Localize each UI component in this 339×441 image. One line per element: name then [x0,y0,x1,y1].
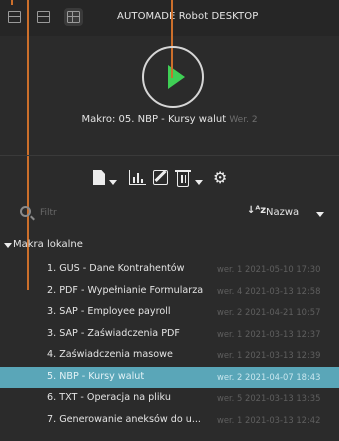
macro-name: 2. PDF - Wypełnianie Formularza [47,284,204,296]
play-button[interactable] [142,46,204,108]
macro-version-date: wer. 1 2021-03-13 12:37 [217,328,321,339]
delete-dropdown-icon[interactable] [195,180,203,185]
settings-gear-icon[interactable]: ⚙ [213,170,229,186]
macro-name: 5. NBP - Kursy walut [47,370,145,382]
group-local-macros[interactable]: Makra lokalne [13,239,83,250]
macro-list-item[interactable]: 5. NBP - Kursy walut wer. 2 2021-04-07 18… [0,366,339,388]
sort-az-icon[interactable]: ↓ᴬz [247,205,266,216]
current-macro-label: Makro: 05. NBP - Kursy walut [81,114,227,125]
window-layout-icon[interactable] [8,11,21,23]
delete-icon[interactable] [177,172,189,187]
split-horizontal-icon[interactable] [37,11,50,23]
divider [0,155,339,156]
guide-line-top-left [11,0,13,5]
macro-list-item[interactable]: 2. PDF - Wypełnianie Formularza wer. 4 20… [0,281,339,303]
macro-list-item[interactable]: 7. Generowanie aneksów do u... wer. 1 202… [0,410,339,432]
macro-list: 1. GUS - Dane Kontrahentów wer. 1 2021-05… [0,259,339,431]
macro-list-item[interactable]: 3. SAP - Employee payroll wer. 2 2021-04-… [0,302,339,324]
grid-view-icon[interactable] [64,8,83,26]
macro-list-item[interactable]: 4. Zaświadczenia masowe wer. 1 2021-03-13… [0,345,339,367]
macro-name: 6. TXT - Operacja na pliku [47,392,171,403]
macro-name: 7. Generowanie aneksów do u... [47,413,201,425]
macro-list-item[interactable]: 6. TXT - Operacja na pliku wer. 5 2021-03… [0,388,339,410]
macro-name: 3. SAP - Zaświadczenia PDF [47,327,180,339]
collapse-chevron-icon[interactable] [4,243,12,248]
search-icon [20,206,31,217]
sort-dropdown-icon[interactable] [316,212,324,217]
filter-input[interactable] [40,204,190,222]
macro-list-item[interactable]: 1. GUS - Dane Kontrahentów wer. 1 2021-05… [0,259,339,281]
app-title: AUTOMADE Robot DESKTOP [117,11,259,22]
sort-by-label[interactable]: Nazwa [266,207,299,218]
macro-version-date: wer. 2 2021-04-21 10:57 [217,307,321,317]
current-macro-line: Makro: 05. NBP - Kursy walut Wer. 2 [0,114,339,125]
macro-name: 1. GUS - Dane Kontrahentów [47,263,185,274]
statistics-icon[interactable] [129,170,146,185]
macro-version-date: wer. 1 2021-03-13 12:39 [217,350,321,360]
macro-version-date: wer. 1 2021-05-10 17:30 [217,264,321,274]
new-file-dropdown-icon[interactable] [109,180,117,185]
macro-name: 4. Zaświadczenia masowe [47,349,173,360]
macro-name: 3. SAP - Employee payroll [47,306,171,317]
macro-version-date: wer. 4 2021-03-13 12:58 [217,285,321,296]
macro-version-date: wer. 2 2021-04-07 18:43 [217,371,321,382]
current-macro-version: Wer. 2 [229,115,258,125]
title-bar: AUTOMADE Robot DESKTOP [0,0,339,36]
new-file-icon[interactable] [93,170,105,185]
macro-list-item[interactable]: 3. SAP - Zaświadczenia PDF wer. 1 2021-03… [0,324,339,346]
macro-version-date: wer. 1 2021-03-13 12:42 [217,414,321,425]
edit-icon[interactable] [153,169,168,185]
macro-version-date: wer. 5 2021-03-13 13:35 [217,393,321,403]
guide-line-play-overlay [171,48,173,78]
